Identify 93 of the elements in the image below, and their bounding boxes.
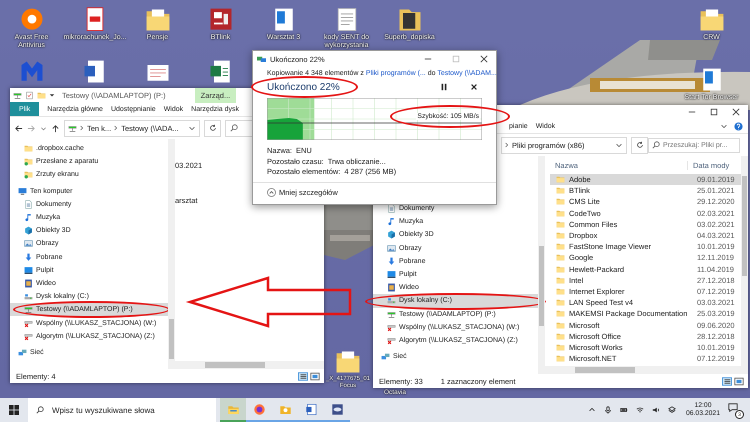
maximize-icon[interactable] <box>710 108 718 116</box>
cube-icon <box>387 230 396 240</box>
network-drive-icon <box>24 305 33 314</box>
scrollbar-thumb[interactable] <box>742 176 747 276</box>
folder-icon <box>556 309 565 318</box>
chevron-down-icon[interactable] <box>615 141 623 149</box>
up-arrow-icon[interactable] <box>51 124 60 132</box>
folder-icon <box>556 298 565 308</box>
drive-icon <box>24 292 33 302</box>
film-icon <box>387 283 396 292</box>
network-drive-icon <box>68 124 77 132</box>
box-icon[interactable] <box>668 406 676 414</box>
scrollbar-thumb[interactable] <box>539 246 544 326</box>
folder-icon <box>556 242 565 252</box>
download-arrow-icon <box>387 256 396 266</box>
folder-icon <box>556 231 565 240</box>
scrollbar[interactable] <box>168 139 175 369</box>
speech-bubble-icon <box>728 403 738 413</box>
computer-icon <box>18 186 27 196</box>
folder-icon <box>556 320 565 330</box>
download-arrow-icon <box>24 252 33 262</box>
properties-icon[interactable] <box>25 90 34 100</box>
chevron-right-icon <box>80 125 84 131</box>
scrollbar[interactable] <box>741 156 748 374</box>
close-icon[interactable] <box>480 55 488 63</box>
chevron-up-icon[interactable] <box>588 406 596 414</box>
refresh-icon <box>636 141 644 149</box>
folder-icon <box>556 197 565 206</box>
film-icon <box>24 278 33 288</box>
refresh-icon <box>208 124 216 132</box>
chevron-right-icon <box>505 142 509 148</box>
folder-icon <box>556 276 565 285</box>
back-arrow-icon[interactable] <box>14 124 23 132</box>
folder-icon <box>556 253 565 262</box>
drive-icon <box>387 296 396 306</box>
image-icon <box>387 244 396 253</box>
scrollbar-thumb[interactable] <box>169 319 174 359</box>
pause-icon[interactable] <box>440 83 448 91</box>
network-drive-icon <box>387 310 396 319</box>
speaker-icon[interactable] <box>652 406 660 414</box>
folder-icon <box>556 354 565 364</box>
folder-icon <box>556 286 565 296</box>
chevron-down-icon[interactable] <box>188 124 196 132</box>
search-icon <box>230 124 238 132</box>
synced-folder-icon <box>24 157 33 166</box>
copy-icon <box>257 55 266 63</box>
battery-icon[interactable] <box>620 406 628 414</box>
scrollbar-thumb[interactable] <box>575 367 635 373</box>
folder-icon <box>556 220 565 229</box>
synced-folder-icon <box>24 170 33 180</box>
disconnected-drive-icon <box>24 332 33 341</box>
image-icon <box>24 239 33 248</box>
refresh-button[interactable] <box>631 136 648 154</box>
scrollbar-thumb[interactable] <box>205 362 265 368</box>
scrollbar[interactable] <box>538 156 545 374</box>
close-icon[interactable] <box>470 83 478 91</box>
network-icon <box>18 348 27 357</box>
details-view-icon[interactable] <box>298 372 308 380</box>
monitor-icon <box>24 266 33 275</box>
windows-icon[interactable] <box>9 405 19 415</box>
folder-icon <box>556 186 565 196</box>
folder-icon <box>556 264 565 274</box>
chevron-up-icon <box>267 188 276 197</box>
document-icon <box>24 200 33 209</box>
scrollbar[interactable] <box>175 361 324 369</box>
cube-icon <box>24 226 33 236</box>
network-drive-icon[interactable] <box>13 90 22 100</box>
disconnected-drive-icon <box>387 336 396 345</box>
help-icon[interactable] <box>734 122 743 130</box>
large-icons-view-icon[interactable] <box>310 372 320 380</box>
globe-icon <box>252 402 266 416</box>
folder-icon <box>556 342 565 352</box>
folder-icon <box>556 175 565 184</box>
close-icon[interactable] <box>732 108 740 116</box>
music-note-icon <box>24 213 33 222</box>
chevron-down-icon[interactable] <box>720 122 728 130</box>
folder-icon <box>24 144 33 154</box>
music-note-icon <box>387 217 396 226</box>
disconnected-drive-icon <box>24 318 33 328</box>
refresh-button[interactable] <box>204 120 221 136</box>
wifi-icon[interactable] <box>636 406 644 414</box>
large-icons-view-icon[interactable] <box>734 376 744 386</box>
document-icon <box>304 402 318 416</box>
chevron-right-icon <box>114 125 118 131</box>
microphone-icon[interactable] <box>604 406 612 414</box>
dropdown-icon[interactable] <box>49 92 55 98</box>
details-view-icon[interactable] <box>722 376 732 386</box>
disconnected-drive-icon <box>387 322 396 332</box>
search-field[interactable]: Wpisz tu wyszukiwane słowa <box>28 398 216 422</box>
folder-icon <box>556 208 565 218</box>
network-icon <box>381 352 390 362</box>
folder-icon <box>556 332 565 341</box>
monitor-icon <box>387 270 396 280</box>
